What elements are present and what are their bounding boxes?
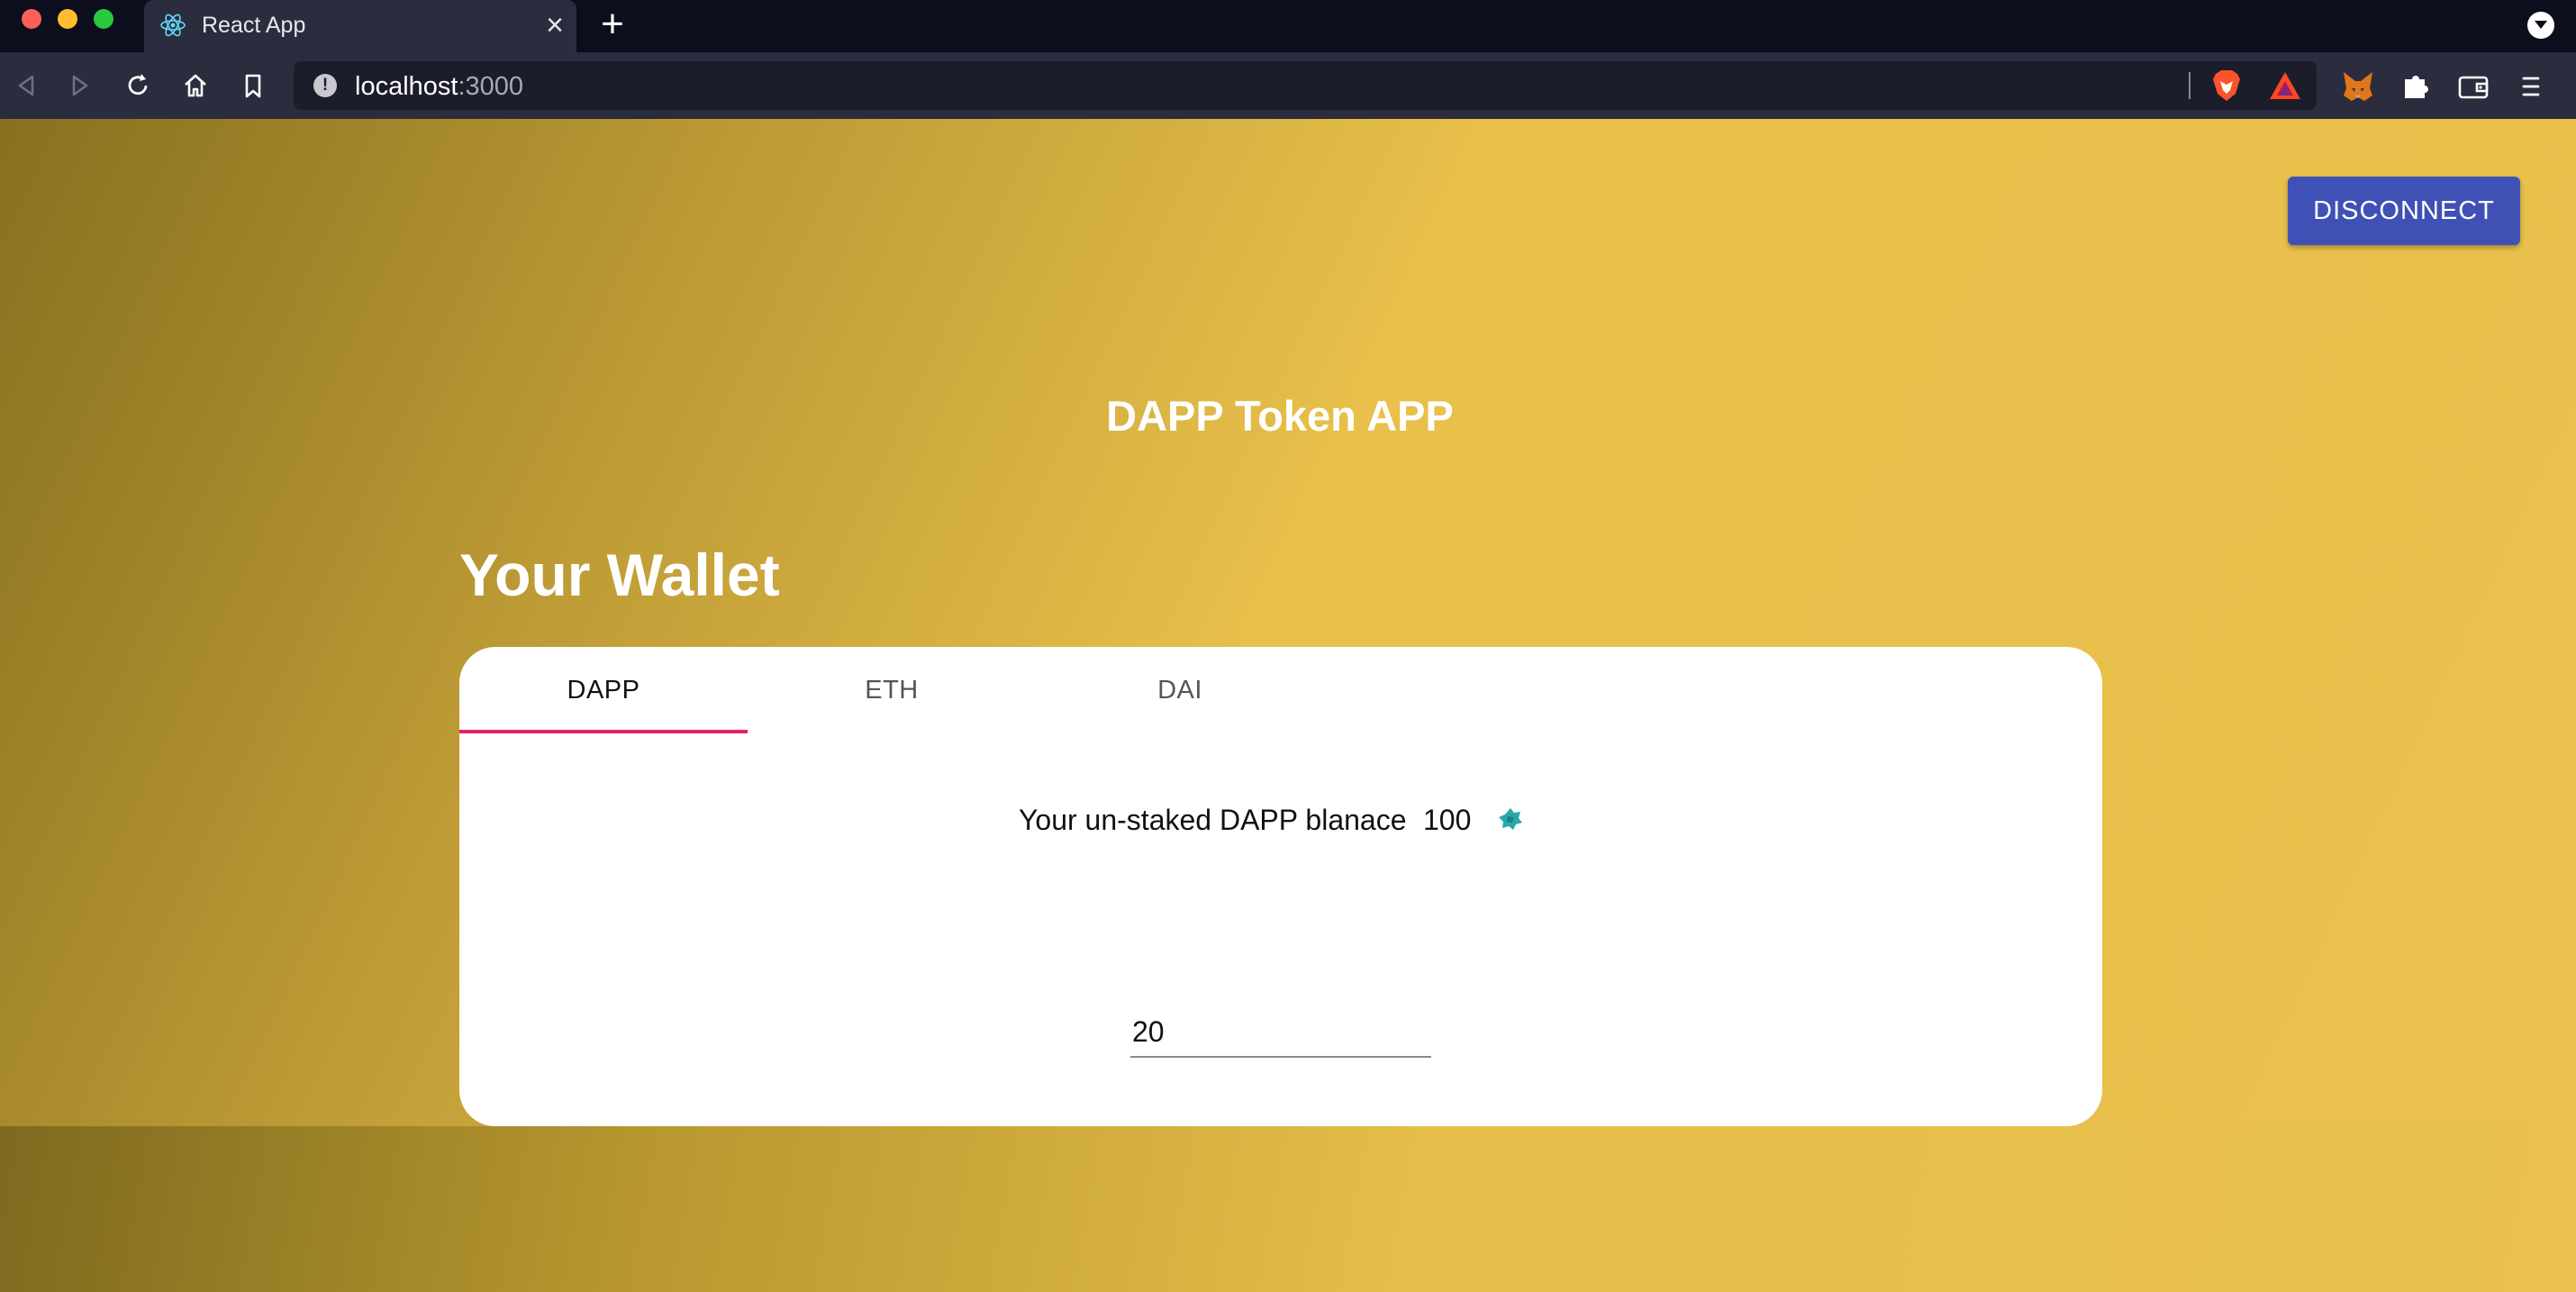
balance-value: 100 xyxy=(1423,804,1472,836)
back-icon[interactable] xyxy=(11,70,41,101)
url-text[interactable]: localhost:3000 xyxy=(355,72,523,102)
close-icon[interactable]: × xyxy=(540,9,569,41)
bat-icon[interactable] xyxy=(2268,70,2302,101)
metamask-icon[interactable] xyxy=(2340,68,2376,105)
page-footer-area xyxy=(0,1126,2576,1292)
page-content: DISCONNECT DAPP Token APP Your Wallet DA… xyxy=(0,119,2576,1292)
home-icon[interactable] xyxy=(180,70,211,101)
info-icon[interactable]: ! xyxy=(313,74,337,97)
wallet-card: DAPP ETH DAI Your un-staked DAPP blanace… xyxy=(459,647,2102,1126)
disconnect-button[interactable]: DISCONNECT xyxy=(2288,177,2520,245)
puzzle-icon[interactable] xyxy=(2398,68,2434,105)
tab-title: React App xyxy=(202,13,306,38)
address-bar[interactable]: ! localhost:3000 xyxy=(294,61,2317,110)
menu-icon[interactable] xyxy=(2513,68,2549,105)
bookmark-icon[interactable] xyxy=(238,70,268,101)
wallet-icon[interactable] xyxy=(2455,68,2491,105)
tab-dapp[interactable]: DAPP xyxy=(459,647,748,733)
close-window-button[interactable] xyxy=(22,9,41,29)
url-host: localhost xyxy=(355,72,458,101)
balance-row: Your un-staked DAPP blanace 100 xyxy=(459,791,2102,845)
wallet-heading: Your Wallet xyxy=(459,541,780,608)
plus-icon[interactable]: + xyxy=(594,5,630,44)
browser-toolbar: ! localhost:3000 xyxy=(0,52,2576,119)
token-icon xyxy=(1497,805,1524,833)
url-port: :3000 xyxy=(458,72,524,101)
minimize-window-button[interactable] xyxy=(58,9,77,29)
tab-search-button[interactable] xyxy=(2527,12,2554,39)
tab-indicator xyxy=(459,730,748,733)
browser-tab-bar: React App × + xyxy=(0,0,2576,52)
brave-icon[interactable] xyxy=(2210,68,2243,103)
chevron-down-icon xyxy=(2535,21,2547,29)
reload-icon[interactable] xyxy=(122,70,153,101)
browser-tab[interactable]: React App × xyxy=(144,0,576,52)
forward-icon[interactable] xyxy=(65,70,95,101)
balance-label: Your un-staked DAPP blanace xyxy=(1019,804,1407,836)
tab-eth[interactable]: ETH xyxy=(748,647,1036,733)
maximize-window-button[interactable] xyxy=(94,9,113,29)
app-title: DAPP Token APP xyxy=(1106,392,1454,440)
url-separator xyxy=(2189,72,2191,99)
react-icon xyxy=(159,11,187,40)
tab-dai[interactable]: DAI xyxy=(1036,647,1324,733)
stake-amount-input[interactable] xyxy=(1130,1007,1431,1058)
